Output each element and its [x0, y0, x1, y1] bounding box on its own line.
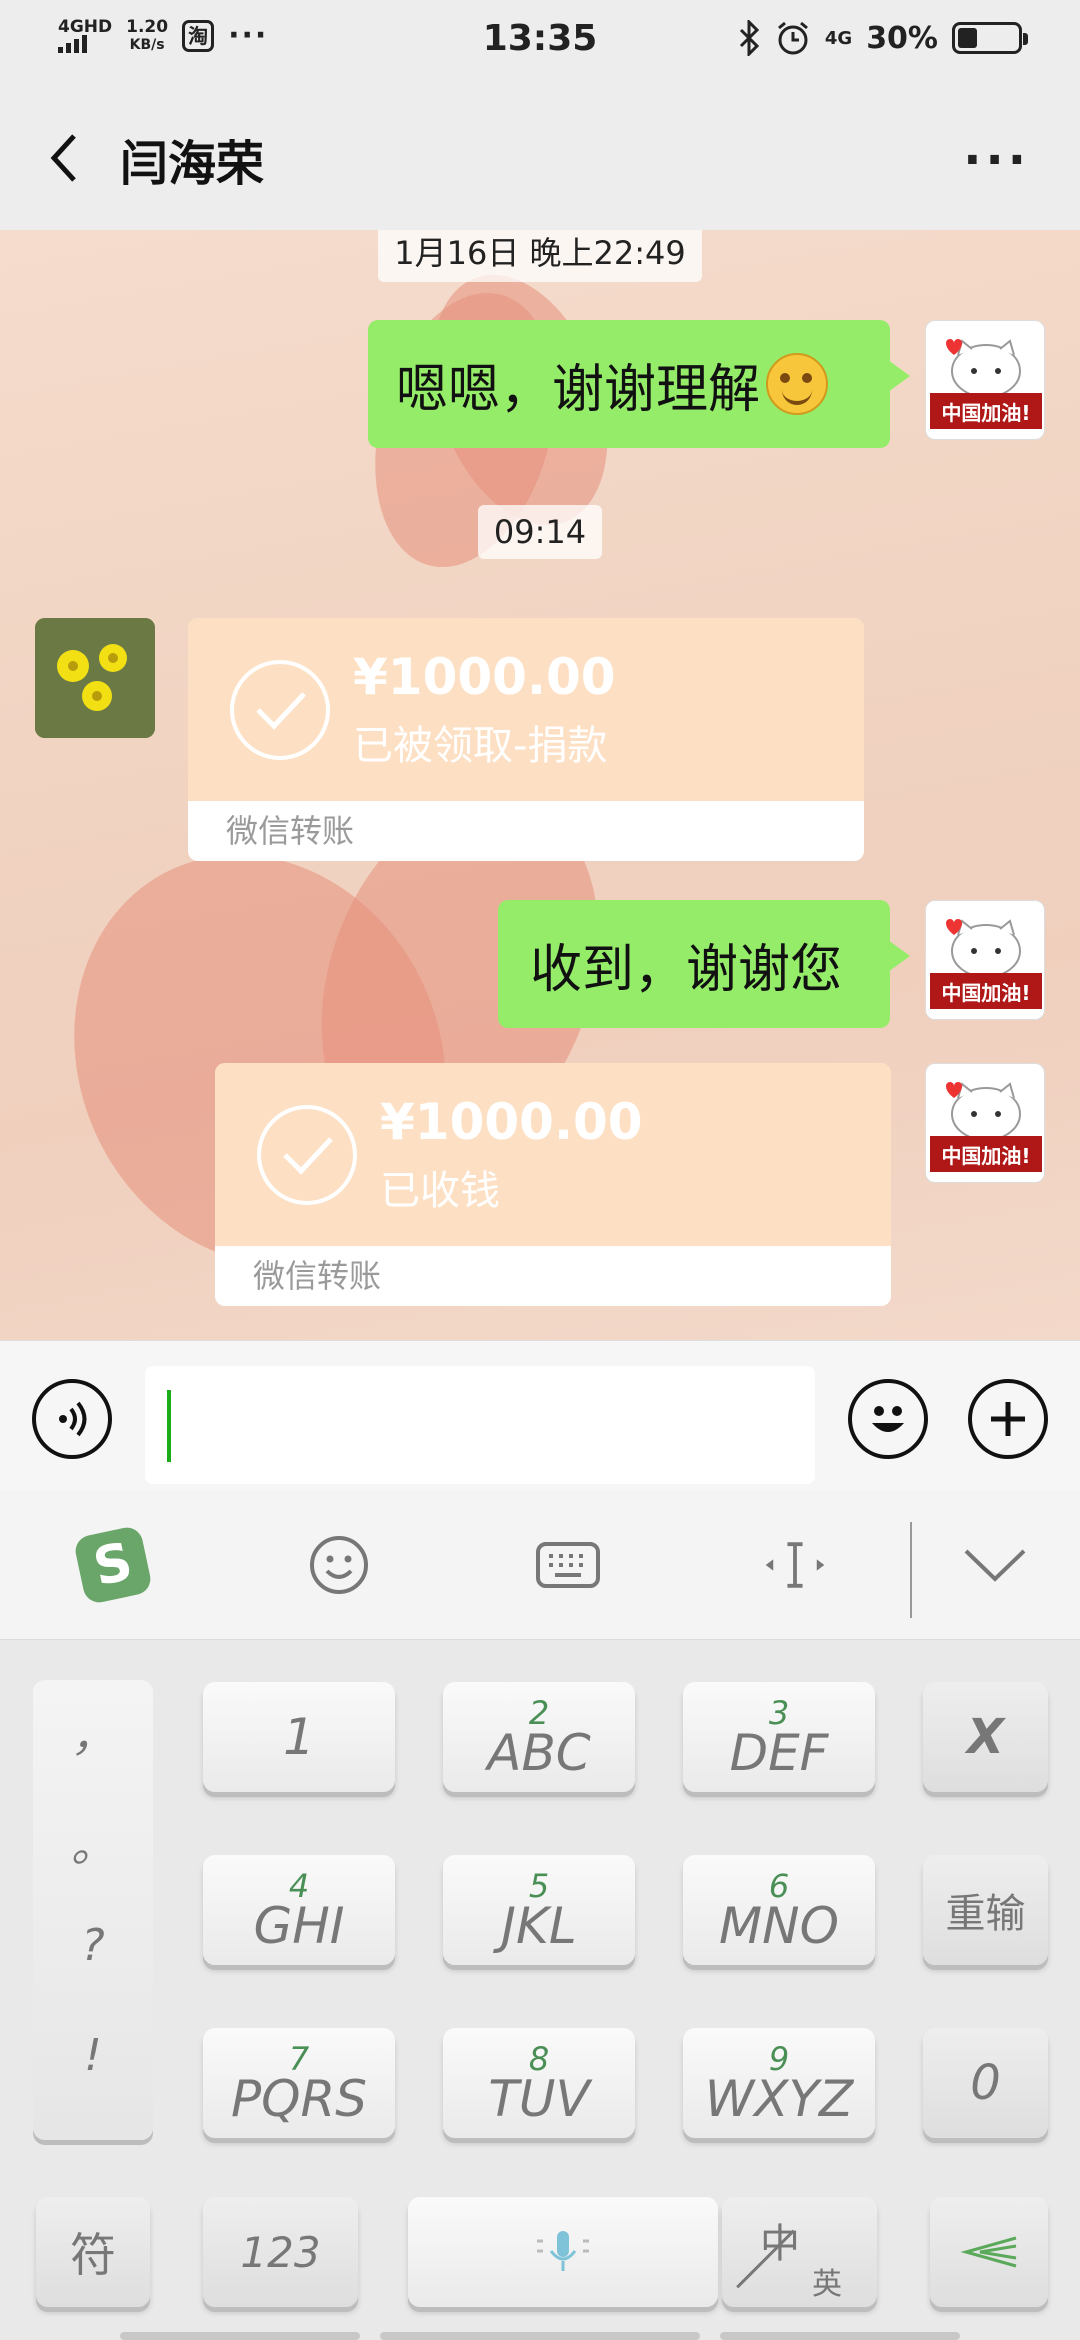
my-avatar[interactable]: 中国加油! — [925, 900, 1045, 1020]
transfer-note: 已收钱 — [380, 1168, 500, 1214]
text-cursor — [167, 1390, 171, 1462]
alarm-icon — [777, 21, 808, 55]
chat-area[interactable]: 1月16日 晚上22:49 嗯嗯，谢谢理解 中国加油! 09:14 ¥1000.… — [0, 230, 1080, 1340]
key-6-mno[interactable]: 6 MNO — [683, 1855, 875, 1965]
network-4g: 4G — [824, 27, 853, 49]
flower-avatar-icon — [35, 618, 155, 738]
period-key[interactable]: 。 — [33, 1810, 153, 1874]
language-switch-key[interactable]: 中 英 — [722, 2197, 877, 2307]
sogou-logo-icon[interactable]: S — [72, 1524, 154, 1606]
key-4-ghi[interactable]: 4 GHI — [203, 1855, 395, 1965]
question-key[interactable]: ? — [33, 1920, 153, 1971]
nav-bar-segment — [720, 2332, 960, 2340]
emoji-panel-icon[interactable] — [304, 1530, 374, 1600]
key-5-jkl[interactable]: 5 JKL — [443, 1855, 635, 1965]
my-avatar[interactable]: 中国加油! — [925, 320, 1045, 440]
voice-input-button[interactable] — [32, 1379, 112, 1459]
bluetooth-icon — [739, 20, 759, 56]
chat-header: 闫海荣 ··· — [0, 80, 1080, 230]
keyboard: S ， 。 ? ! 1 2 ABC 3 DEF X 4 GHI 5 JKL 6 … — [0, 1490, 1080, 2340]
toolbar-divider — [910, 1522, 912, 1618]
contact-avatar[interactable] — [35, 618, 155, 738]
battery-fill — [958, 28, 977, 48]
retype-key[interactable]: 重输 — [923, 1855, 1048, 1965]
transfer-note: 已被领取-捐款 — [353, 723, 608, 769]
avatar-caption: 中国加油! — [941, 401, 1031, 425]
key-3-def[interactable]: 3 DEF — [683, 1682, 875, 1792]
message-input[interactable] — [145, 1366, 815, 1484]
microphone-icon — [537, 2231, 589, 2271]
key-9-wxyz[interactable]: 9 WXYZ — [683, 2028, 875, 2138]
transfer-amount: ¥1000.00 — [353, 648, 616, 706]
key-1[interactable]: 1 — [203, 1682, 395, 1792]
transfer-amount: ¥1000.00 — [380, 1093, 643, 1151]
space-key[interactable] — [408, 2197, 718, 2307]
transfer-label: 微信转账 — [188, 801, 864, 861]
transfer-card[interactable]: ¥1000.00 已收钱 微信转账 — [215, 1063, 891, 1306]
back-arrow-icon[interactable] — [40, 128, 90, 188]
smiley-icon — [872, 1406, 904, 1432]
comma-key[interactable]: ， — [33, 1700, 153, 1764]
plus-icon — [991, 1402, 1025, 1436]
key-0[interactable]: 0 — [923, 2028, 1048, 2138]
punctuation-column[interactable]: ， 。 ? ! — [33, 1680, 153, 2140]
key-8-tuv[interactable]: 8 TUV — [443, 2028, 635, 2138]
smile-emoji-icon — [766, 353, 829, 415]
nav-bar-segment — [120, 2332, 360, 2340]
avatar-caption: 中国加油! — [941, 981, 1031, 1005]
battery-icon — [952, 22, 1028, 54]
delete-key[interactable]: X — [923, 1682, 1048, 1792]
cursor-move-icon[interactable] — [760, 1530, 830, 1600]
voice-icon — [59, 1401, 87, 1437]
hide-keyboard-icon[interactable] — [960, 1530, 1030, 1600]
transfer-label: 微信转账 — [215, 1246, 891, 1306]
input-bar — [0, 1340, 1080, 1490]
check-circle-icon — [230, 660, 330, 760]
message-text: 嗯嗯，谢谢理解 — [396, 359, 761, 420]
avatar-caption: 中国加油! — [941, 1144, 1031, 1168]
key-2-abc[interactable]: 2 ABC — [443, 1682, 635, 1792]
sent-message-bubble[interactable]: 收到，谢谢您 — [498, 900, 910, 1028]
timestamp: 1月16日 晚上22:49 — [0, 230, 1080, 282]
number-key[interactable]: 123 — [203, 2197, 358, 2307]
symbol-key[interactable]: 符 — [36, 2197, 150, 2307]
sent-message-bubble[interactable]: 嗯嗯，谢谢理解 — [368, 320, 910, 448]
enter-key[interactable] — [930, 2197, 1048, 2307]
key-7-pqrs[interactable]: 7 PQRS — [203, 2028, 395, 2138]
timestamp: 09:14 — [0, 505, 1080, 559]
contact-name: 闫海荣 — [120, 136, 265, 192]
transfer-card[interactable]: ¥1000.00 已被领取-捐款 微信转账 — [188, 618, 864, 861]
more-options-button[interactable]: ··· — [963, 132, 1030, 188]
status-bar: 4GHD 1.20 KB/s 淘 ··· 13:35 4G 30% — [0, 0, 1080, 80]
enter-arrow-icon — [960, 2236, 1017, 2268]
emoji-button[interactable] — [848, 1379, 928, 1459]
my-avatar[interactable]: 中国加油! — [925, 1063, 1045, 1183]
message-text: 收到，谢谢您 — [530, 939, 843, 1000]
keyboard-switch-icon[interactable] — [533, 1530, 603, 1600]
check-circle-icon — [257, 1105, 357, 1205]
nav-bar-segment — [380, 2332, 700, 2340]
exclamation-key[interactable]: ! — [33, 2030, 153, 2081]
battery-percent: 30% — [866, 20, 938, 56]
keyboard-toolbar: S — [0, 1490, 1080, 1640]
more-functions-button[interactable] — [968, 1379, 1048, 1459]
